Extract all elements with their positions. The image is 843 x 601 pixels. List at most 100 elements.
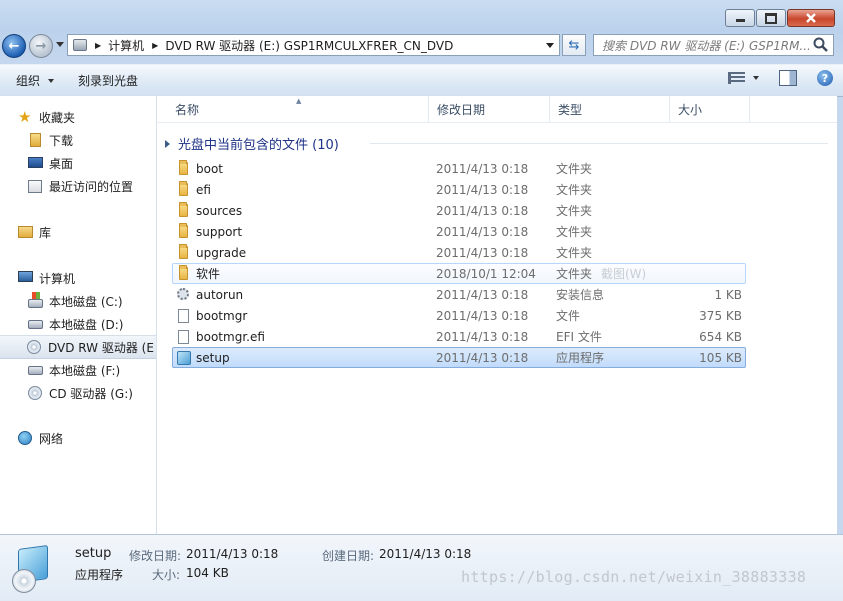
file-size: 1 KB xyxy=(714,287,742,302)
settings-file-icon xyxy=(176,287,192,303)
nav-item-recent-places[interactable]: 最近访问的位置 xyxy=(0,175,156,197)
file-row[interactable]: bootmgr 2011/4/13 0:18 文件 375 KB xyxy=(172,305,746,326)
organize-label: 组织 xyxy=(16,74,41,88)
file-name: support xyxy=(196,224,243,239)
recent-pages-dropdown[interactable] xyxy=(56,42,64,47)
folder-icon xyxy=(176,244,192,261)
nav-item-desktop[interactable]: 桌面 xyxy=(0,152,156,174)
search-placeholder[interactable]: 搜索 DVD RW 驱动器 (E:) GSP1RM... xyxy=(594,37,812,54)
cd-drive-icon xyxy=(28,385,44,401)
watermark: https://blog.csdn.net/weixin_38883338 xyxy=(461,568,807,586)
file-row[interactable]: support 2011/4/13 0:18 文件夹 xyxy=(172,221,746,242)
windows-drive-icon xyxy=(28,292,44,309)
refresh-button[interactable]: ⇆ xyxy=(562,34,586,56)
nav-item-label: 下载 xyxy=(49,133,74,148)
column-header-modified[interactable]: 修改日期 xyxy=(429,96,550,122)
chevron-down-icon xyxy=(48,78,55,83)
preview-pane-icon[interactable] xyxy=(779,70,797,86)
refresh-icon: ⇆ xyxy=(568,37,580,53)
file-list: 名称 ▲ 修改日期 类型 大小 光盘中当前包含的文件 (10) boot 2011… xyxy=(157,96,837,534)
nav-item-downloads[interactable]: 下载 xyxy=(0,129,156,151)
file-row[interactable]: bootmgr.efi 2011/4/13 0:18 EFI 文件 654 KB xyxy=(172,326,746,347)
file-row[interactable]: 软件 2018/10/1 12:04 文件夹 截图(W) xyxy=(172,263,746,284)
file-name: bootmgr xyxy=(196,308,248,323)
file-modified: 2011/4/13 0:18 xyxy=(436,224,529,239)
file-row[interactable]: efi 2011/4/13 0:18 文件夹 xyxy=(172,179,746,200)
breadcrumb-separator-icon[interactable]: ▶ xyxy=(95,41,101,50)
command-bar: 组织 刻录到光盘 ? xyxy=(0,64,843,97)
address-bar[interactable]: ▶ 计算机 ▶ DVD RW 驱动器 (E:) GSP1RMCULXFRER_C… xyxy=(67,34,560,56)
star-icon: ★ xyxy=(18,108,32,126)
folder-icon xyxy=(176,265,192,282)
file-name: boot xyxy=(196,161,224,176)
nav-item-drive-f[interactable]: 本地磁盘 (F:) xyxy=(0,359,156,381)
forward-button[interactable]: → xyxy=(29,34,53,58)
column-headers: 名称 ▲ 修改日期 类型 大小 xyxy=(157,96,837,123)
column-header-type[interactable]: 类型 xyxy=(550,96,670,122)
file-name: efi xyxy=(196,182,211,197)
file-name: autorun xyxy=(196,287,244,302)
search-icon[interactable] xyxy=(812,36,830,54)
column-header-size[interactable]: 大小 xyxy=(670,96,750,122)
minimize-button[interactable] xyxy=(725,9,755,27)
nav-item-label: 最近访问的位置 xyxy=(49,179,134,194)
file-icon xyxy=(176,329,192,345)
forward-arrow-icon: → xyxy=(35,38,47,54)
close-button[interactable] xyxy=(787,9,835,27)
file-name: 软件 xyxy=(196,267,221,281)
details-modified-value: 2011/4/13 0:18 xyxy=(186,547,279,561)
file-modified: 2011/4/13 0:18 xyxy=(436,203,529,218)
file-type: 文件夹 xyxy=(556,162,593,176)
breadcrumb-separator-icon[interactable]: ▶ xyxy=(152,41,158,50)
address-dropdown-icon[interactable] xyxy=(546,42,554,48)
burn-to-disc-button[interactable]: 刻录到光盘 xyxy=(70,69,146,93)
change-view-icon[interactable] xyxy=(728,72,745,84)
nav-item-label: 本地磁盘 (C:) xyxy=(49,294,123,309)
nav-libraries[interactable]: 库 xyxy=(0,221,156,243)
library-icon xyxy=(18,224,34,240)
explorer-window: ← → ▶ 计算机 ▶ DVD RW 驱动器 (E:) GSP1RMCULXFR… xyxy=(0,0,843,601)
nav-item-drive-g[interactable]: CD 驱动器 (G:) xyxy=(0,382,156,404)
file-name: sources xyxy=(196,203,243,218)
file-modified: 2011/4/13 0:18 xyxy=(436,245,529,260)
column-header-size-label: 大小 xyxy=(678,102,703,117)
file-size: 375 KB xyxy=(699,308,742,323)
back-button[interactable]: ← xyxy=(2,34,26,58)
column-header-modified-label: 修改日期 xyxy=(437,102,486,117)
folder-icon xyxy=(176,181,192,198)
file-type: EFI 文件 xyxy=(556,330,602,344)
file-modified: 2011/4/13 0:18 xyxy=(436,350,529,365)
maximize-icon xyxy=(765,12,777,24)
hard-drive-icon xyxy=(28,362,44,378)
file-type: 文件夹 xyxy=(556,225,593,239)
ghost-menu-text: 截图(W) xyxy=(601,267,647,281)
minimize-icon xyxy=(735,19,745,22)
breadcrumb-computer[interactable]: 计算机 xyxy=(108,37,144,54)
breadcrumb: ▶ 计算机 ▶ DVD RW 驱动器 (E:) GSP1RMCULXFRER_C… xyxy=(87,37,453,54)
nav-item-label: 桌面 xyxy=(49,156,74,171)
search-box[interactable]: 搜索 DVD RW 驱动器 (E:) GSP1RM... xyxy=(593,34,834,56)
group-header[interactable]: 光盘中当前包含的文件 (10) xyxy=(165,134,828,153)
view-dropdown-icon[interactable] xyxy=(753,76,759,80)
breadcrumb-drive[interactable]: DVD RW 驱动器 (E:) GSP1RMCULXFRER_CN_DVD xyxy=(165,37,453,54)
file-name: bootmgr.efi xyxy=(196,329,265,344)
nav-item-drive-e[interactable]: DVD RW 驱动器 (E xyxy=(0,335,156,359)
nav-item-drive-d[interactable]: 本地磁盘 (D:) xyxy=(0,313,156,335)
nav-network[interactable]: 网络 xyxy=(0,427,156,449)
nav-favorites[interactable]: ★ 收藏夹 xyxy=(0,106,156,128)
folder-icon xyxy=(176,202,192,219)
nav-computer[interactable]: 计算机 xyxy=(0,267,156,289)
file-modified: 2018/10/1 12:04 xyxy=(436,266,536,281)
file-row[interactable]: upgrade 2011/4/13 0:18 文件夹 xyxy=(172,242,746,263)
column-header-type-label: 类型 xyxy=(558,102,583,117)
file-row[interactable]: boot 2011/4/13 0:18 文件夹 xyxy=(172,158,746,179)
file-row[interactable]: setup 2011/4/13 0:18 应用程序 105 KB xyxy=(172,347,746,368)
organize-button[interactable]: 组织 xyxy=(8,69,62,93)
help-icon[interactable]: ? xyxy=(817,70,833,86)
maximize-button[interactable] xyxy=(756,9,786,27)
nav-item-drive-c[interactable]: 本地磁盘 (C:) xyxy=(0,290,156,312)
collapse-group-icon[interactable] xyxy=(165,139,170,148)
file-name: setup xyxy=(196,350,230,365)
file-row[interactable]: autorun 2011/4/13 0:18 安装信息 1 KB xyxy=(172,284,746,305)
file-row[interactable]: sources 2011/4/13 0:18 文件夹 xyxy=(172,200,746,221)
